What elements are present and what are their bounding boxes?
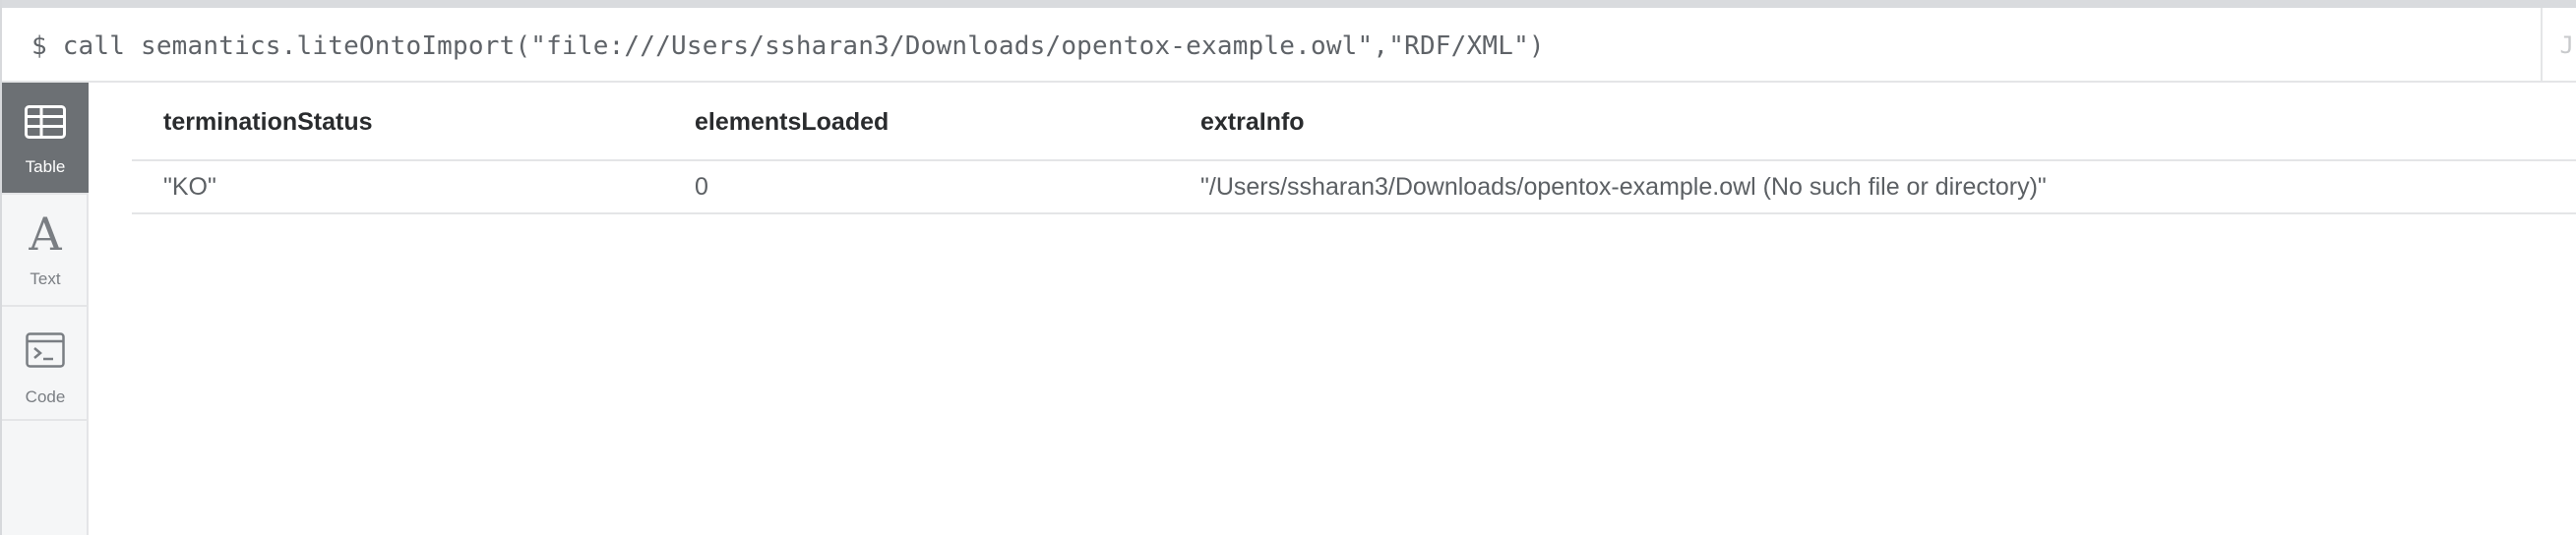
sidebar-item-label: Table [25,157,66,176]
command-text[interactable]: $ call semantics.liteOntoImport("file://… [31,31,1545,61]
table-icon [2,100,89,144]
column-header-termination-status[interactable]: terminationStatus [163,108,373,137]
column-header-elements-loaded[interactable]: elementsLoaded [695,108,889,137]
sidebar-item-table[interactable]: Table [2,83,89,195]
sidebar-item-text[interactable]: A Text [2,195,89,307]
table-header-row: terminationStatus elementsLoaded extraIn… [132,83,2576,161]
command-edge-glyph[interactable]: J [2560,31,2574,59]
table-row: "KO" 0 "/Users/ssharan3/Downloads/opento… [132,161,2576,214]
sidebar-item-code[interactable]: Code [2,307,89,421]
terminal-icon [2,328,89,372]
cell-extra-info: "/Users/ssharan3/Downloads/opentox-examp… [1200,173,2047,201]
view-sidebar: Table A Text Code [2,83,89,535]
result-frame: $ call semantics.liteOntoImport("file://… [0,0,2576,535]
frame-top-strip [2,0,2576,8]
sidebar-item-label: Text [30,269,61,288]
results-table: terminationStatus elementsLoaded extraIn… [132,83,2576,535]
cell-termination-status: "KO" [163,173,216,201]
command-bar[interactable]: $ call semantics.liteOntoImport("file://… [2,8,2576,83]
text-a-icon: A [29,208,62,261]
sidebar-item-label: Code [25,387,66,406]
cell-elements-loaded: 0 [695,173,708,201]
column-header-extra-info[interactable]: extraInfo [1200,108,1305,137]
command-divider [2541,8,2543,81]
